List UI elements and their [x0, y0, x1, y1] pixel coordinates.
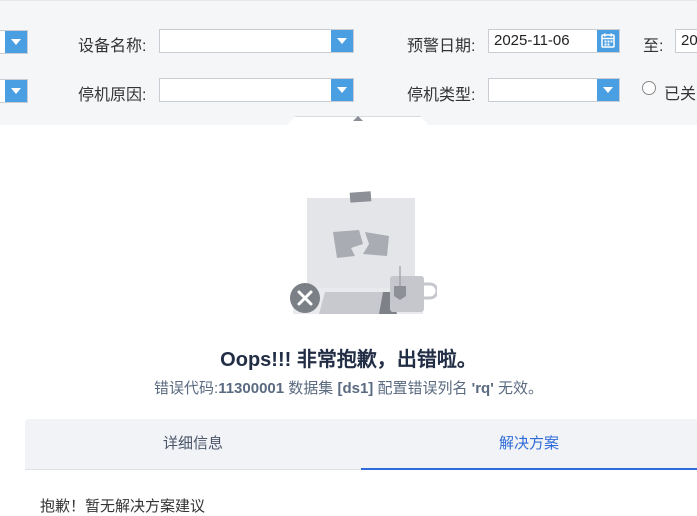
device-name-select[interactable] — [159, 29, 354, 53]
tab-solution[interactable]: 解决方案 — [361, 419, 697, 470]
chevron-down-icon[interactable] — [331, 30, 353, 52]
chevron-down-icon — [5, 31, 27, 53]
to-date-input[interactable]: 20 — [675, 29, 697, 53]
dropdown-partial-left-1[interactable] — [0, 30, 28, 54]
device-name-label: 设备名称: — [78, 38, 147, 55]
stop-type-label: 停机类型: — [407, 87, 476, 104]
error-dataset-text: 数据集 — [284, 380, 338, 397]
chevron-down-icon[interactable] — [597, 79, 619, 101]
warning-date-value: 2025-11-06 — [494, 32, 570, 49]
error-dataset: [ds1] — [337, 380, 374, 397]
error-tabs: 详细信息 解决方案 抱歉！暂无解决方案建议 — [25, 419, 697, 515]
error-message: 错误代码:11300001 数据集 [ds1] 配置错误列名 'rq' 无效。 — [0, 377, 697, 398]
stop-reason-select[interactable] — [159, 78, 354, 102]
warning-date-input[interactable]: 2025-11-06 — [488, 29, 620, 53]
chevron-up-icon[interactable] — [353, 116, 363, 121]
closed-radio-label: 已关 — [664, 86, 697, 103]
error-code: 11300001 — [218, 380, 285, 397]
error-message-suffix: 无效。 — [493, 380, 543, 397]
warning-date-label: 预警日期: — [407, 38, 476, 55]
to-label: 至: — [643, 38, 664, 55]
solution-content-text: 抱歉！暂无解决方案建议 — [40, 498, 206, 515]
calendar-icon[interactable] — [597, 30, 619, 52]
to-date-value: 20 — [681, 32, 697, 49]
tab-detail-info[interactable]: 详细信息 — [25, 419, 361, 470]
chevron-down-icon[interactable] — [331, 79, 353, 101]
error-illustration — [287, 188, 439, 323]
error-column: 'rq' — [471, 380, 494, 397]
dropdown-partial-left-2[interactable] — [0, 79, 28, 103]
error-message-prefix: 错误代码: — [154, 380, 219, 397]
error-column-text: 配置错误列名 — [373, 380, 472, 397]
chevron-down-icon — [5, 80, 27, 102]
error-title: Oops!!! 非常抱歉，出错啦。 — [220, 349, 477, 371]
closed-radio[interactable] — [642, 81, 656, 95]
filter-bar: 设备名称: 预警日期: 2025-11-06 至: 20 停机原因: 停机类型:… — [0, 0, 697, 125]
stop-type-select[interactable] — [488, 78, 620, 102]
tab-content: 抱歉！暂无解决方案建议 — [25, 470, 697, 515]
stop-reason-label: 停机原因: — [78, 87, 147, 104]
